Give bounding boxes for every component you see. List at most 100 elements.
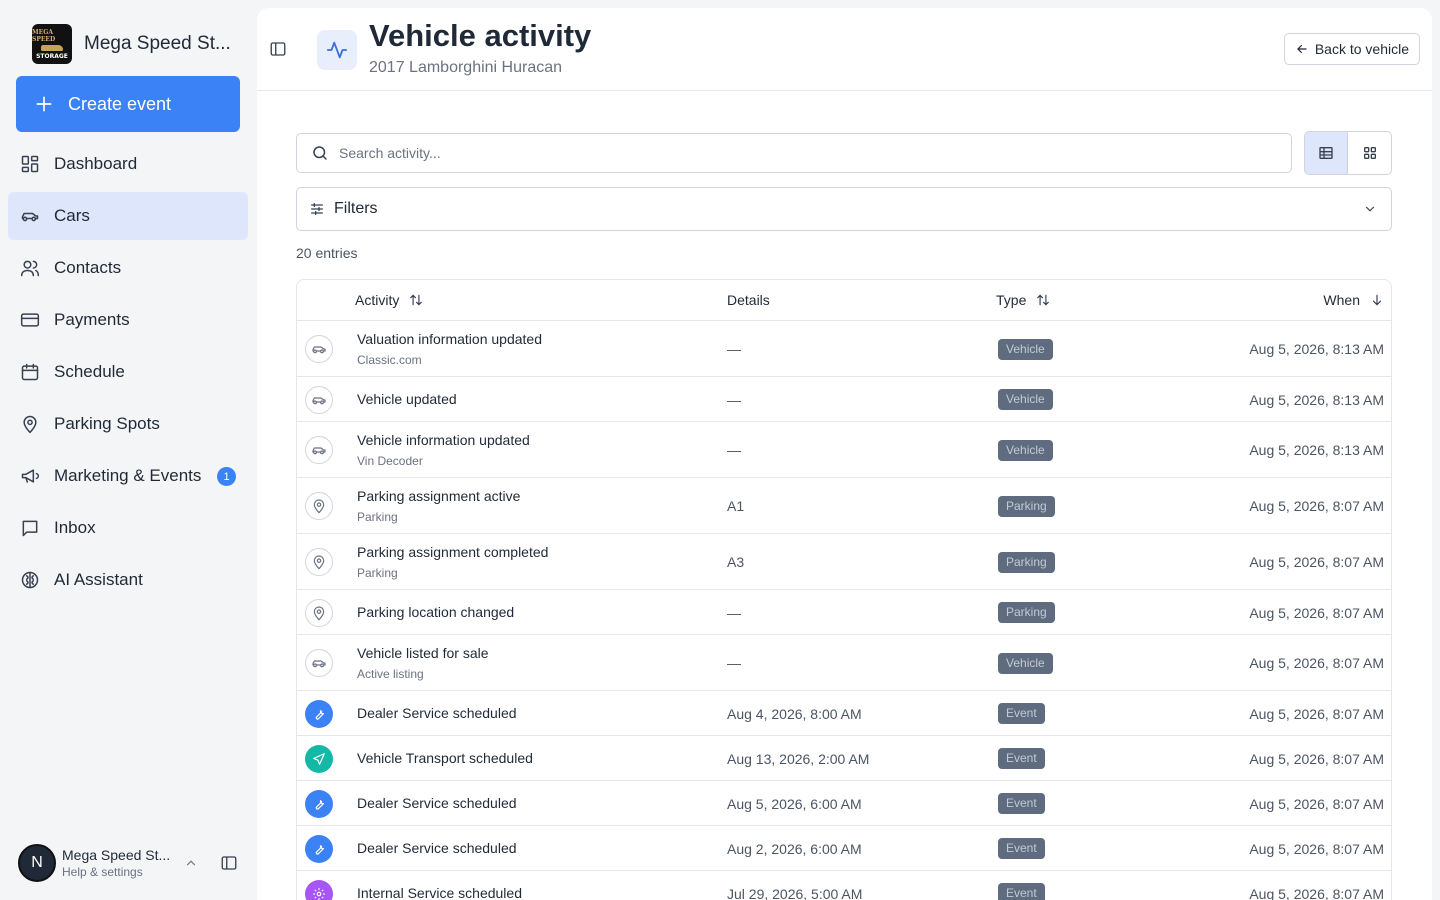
activity-title: Parking location changed xyxy=(357,604,515,620)
map-pin-icon xyxy=(305,598,333,627)
sidebar-item-marketing-events[interactable]: Marketing & Events 1 xyxy=(8,452,248,500)
activity-timestamp: Aug 5, 2026, 8:07 AM xyxy=(1249,498,1384,514)
type-badge: Event xyxy=(998,793,1045,814)
activity-title: Dealer Service scheduled xyxy=(357,840,517,856)
table-row[interactable]: Parking assignment active Parking A1 Parkin… xyxy=(297,478,1391,534)
activity-timestamp: Aug 5, 2026, 8:07 AM xyxy=(1249,705,1384,722)
activity-detail: — xyxy=(727,391,741,408)
sidebar-item-schedule[interactable]: Schedule xyxy=(8,348,248,396)
type-badge: Event xyxy=(998,838,1045,859)
table-row[interactable]: Vehicle updated — Vehicle Aug 5, 2026, 8:13… xyxy=(297,377,1391,422)
message-icon xyxy=(22,520,38,537)
activity-title: Dealer Service scheduled xyxy=(357,705,517,721)
page-title: Vehicle activity xyxy=(369,18,592,53)
activity-title: Parking assignment completed xyxy=(357,544,549,560)
map-pin-icon xyxy=(305,548,333,576)
activity-timestamp: Aug 5, 2026, 8:07 AM xyxy=(1249,604,1384,621)
activity-detail: A1 xyxy=(727,498,745,514)
car-icon xyxy=(305,335,333,363)
activity-timestamp: Aug 5, 2026, 8:07 AM xyxy=(1249,795,1384,812)
table-row[interactable]: Dealer Service scheduled Aug 4, 2026, 8:0… xyxy=(297,691,1391,736)
column-when[interactable]: When xyxy=(1323,292,1384,308)
chevron-up-icon[interactable] xyxy=(184,856,198,870)
sidebar-item-payments[interactable]: Payments xyxy=(8,296,248,344)
activity-detail: Aug 5, 2026, 6:00 AM xyxy=(727,795,862,812)
search-input[interactable] xyxy=(339,145,1239,161)
search-icon xyxy=(313,146,327,160)
sidebar-item-inbox[interactable]: Inbox xyxy=(8,504,248,552)
activity-title: Vehicle updated xyxy=(357,391,457,407)
sidebar-item-parking-spots[interactable]: Parking Spots xyxy=(8,400,248,448)
brand-logo: MEGA SPEED STORAGE xyxy=(32,24,72,64)
page-subtitle: 2017 Lamborghini Huracan xyxy=(369,59,563,76)
activity-detail: Aug 2, 2026, 6:00 AM xyxy=(727,840,862,857)
activity-detail: Jul 29, 2026, 5:00 AM xyxy=(727,885,863,900)
chevron-down-icon xyxy=(1365,206,1375,212)
table-view-button[interactable] xyxy=(1305,132,1349,174)
sidebar-item-cars[interactable]: Cars xyxy=(8,192,248,240)
table-row[interactable]: Vehicle Transport scheduled Aug 13, 2026,… xyxy=(297,736,1391,781)
calendar-icon xyxy=(21,363,39,381)
gear-icon xyxy=(305,879,333,900)
wrench-icon xyxy=(305,699,333,728)
activity-timestamp: Aug 5, 2026, 8:13 AM xyxy=(1249,391,1384,408)
type-badge: Event xyxy=(998,703,1045,724)
type-badge: Vehicle xyxy=(998,652,1053,674)
type-badge: Parking xyxy=(998,602,1055,623)
table-row[interactable]: Parking assignment completed Parking A3 Par… xyxy=(297,534,1391,590)
activity-timestamp: Aug 5, 2026, 8:07 AM xyxy=(1249,750,1384,767)
arrow-down-icon xyxy=(1372,294,1382,306)
brand-name: Mega Speed St... xyxy=(84,33,231,54)
activity-title: Dealer Service scheduled xyxy=(357,795,517,811)
table-row[interactable]: Parking location changed — Parking Aug 5, 2… xyxy=(297,590,1391,635)
table-row[interactable]: Vehicle listed for sale Active listing — Ve… xyxy=(297,635,1391,691)
create-event-button[interactable]: Create event xyxy=(16,76,240,132)
page-header: Vehicle activity 2017 Lamborghini Huraca… xyxy=(257,8,1432,91)
activity-source: Parking xyxy=(357,510,398,524)
activity-icon xyxy=(317,30,357,70)
notification-badge: 1 xyxy=(217,467,236,486)
brand[interactable]: MEGA SPEED STORAGE Mega Speed St... xyxy=(32,24,252,64)
activity-title: Vehicle listed for sale xyxy=(357,645,489,661)
activity-detail: — xyxy=(727,341,741,357)
table-row[interactable]: Dealer Service scheduled Aug 2, 2026, 6:0… xyxy=(297,826,1391,871)
column-details: Details xyxy=(727,292,770,308)
table-row[interactable]: Vehicle information updated Vin Decoder — V… xyxy=(297,422,1391,478)
car-icon xyxy=(305,649,333,677)
wrench-icon xyxy=(305,834,333,863)
activity-source: Active listing xyxy=(357,667,424,681)
sidebar-collapse-icon[interactable] xyxy=(220,854,238,872)
table-row[interactable]: Dealer Service scheduled Aug 5, 2026, 6:0… xyxy=(297,781,1391,826)
sidebar-item-contacts[interactable]: Contacts xyxy=(8,244,248,292)
panel-toggle-icon[interactable] xyxy=(269,40,287,58)
table-row[interactable]: Internal Service scheduled Jul 29, 2026, … xyxy=(297,871,1391,900)
activity-timestamp: Aug 5, 2026, 8:07 AM xyxy=(1249,885,1384,900)
type-badge: Parking xyxy=(998,495,1055,517)
sidebar-item-ai-assistant[interactable]: AI Assistant xyxy=(8,556,248,604)
arrow-left-icon xyxy=(1296,44,1307,54)
entries-count: 20 entries xyxy=(296,245,358,261)
main-content: Vehicle activity 2017 Lamborghini Huraca… xyxy=(257,8,1432,900)
grid-view-button[interactable] xyxy=(1348,132,1391,174)
table-header: Activity Details Type When xyxy=(297,280,1391,321)
filters-toggle[interactable]: Filters xyxy=(296,187,1392,231)
column-activity[interactable]: Activity xyxy=(355,292,423,308)
plus-icon xyxy=(36,96,52,112)
table-icon xyxy=(1319,147,1333,159)
column-type[interactable]: Type xyxy=(996,292,1050,308)
back-to-vehicle-button[interactable]: Back to vehicle xyxy=(1283,33,1420,65)
sort-icon xyxy=(410,294,423,306)
activity-detail: Aug 4, 2026, 8:00 AM xyxy=(727,705,862,722)
activity-title: Vehicle Transport scheduled xyxy=(357,750,533,766)
activity-timestamp: Aug 5, 2026, 8:07 AM xyxy=(1249,840,1384,857)
type-badge: Vehicle xyxy=(998,338,1053,360)
table-row[interactable]: Valuation information updated Classic.com… xyxy=(297,321,1391,377)
map-pin-icon xyxy=(23,415,37,434)
activity-timestamp: Aug 5, 2026, 8:13 AM xyxy=(1249,341,1384,357)
activity-source: Parking xyxy=(357,566,398,580)
type-badge: Event xyxy=(998,883,1045,900)
activity-detail: Aug 13, 2026, 2:00 AM xyxy=(727,750,870,767)
user-menu[interactable]: N Mega Speed St... Help & settings xyxy=(18,843,248,883)
user-name: Mega Speed St... xyxy=(62,847,171,863)
sidebar-item-dashboard[interactable]: Dashboard xyxy=(8,140,248,188)
